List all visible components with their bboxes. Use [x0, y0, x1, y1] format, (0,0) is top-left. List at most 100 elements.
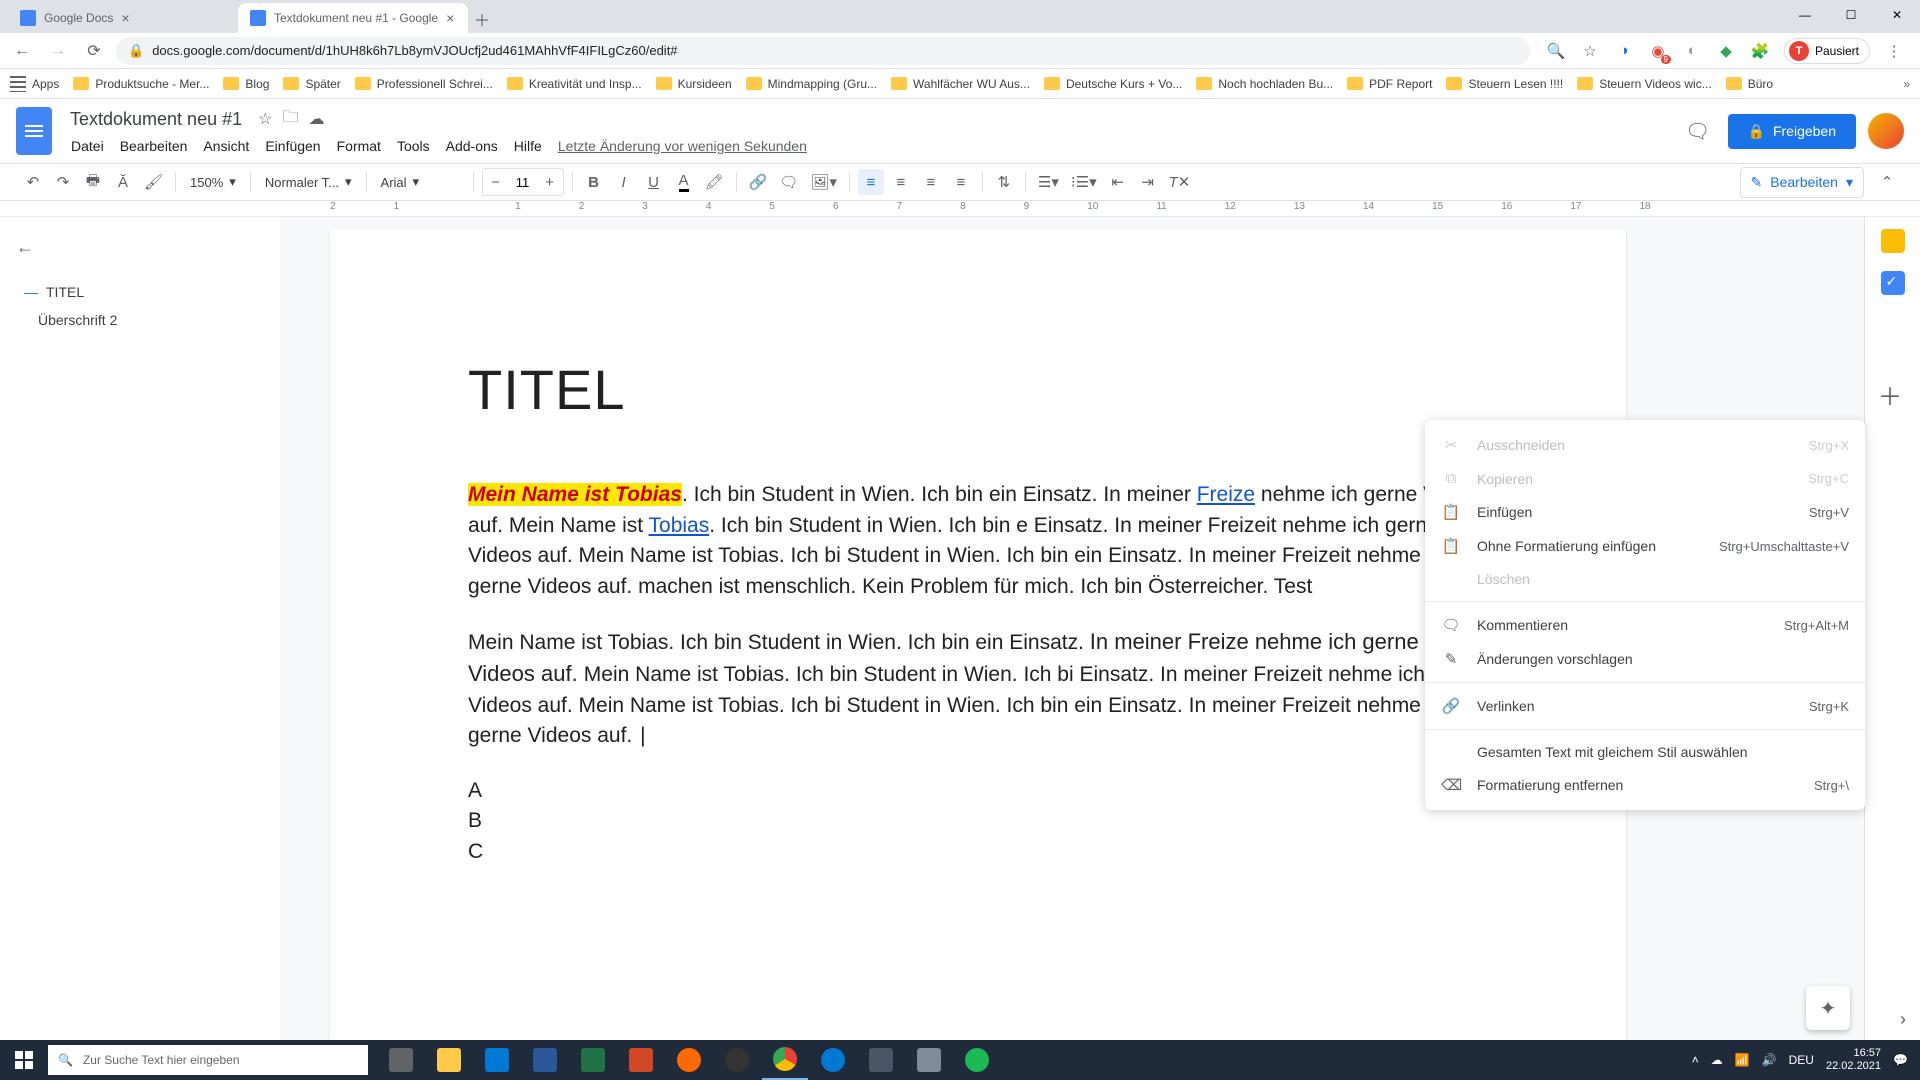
taskbar-app[interactable] [954, 1040, 1000, 1080]
context-menu-item[interactable]: 🔗VerlinkenStrg+K [1425, 689, 1865, 723]
context-menu-item[interactable]: Gesamten Text mit gleichem Stil auswähle… [1425, 736, 1865, 768]
extension-icon[interactable]: ◑ [1614, 41, 1634, 61]
bookmark-item[interactable]: Blog [223, 77, 269, 91]
bookmark-item[interactable]: Steuern Lesen !!!! [1446, 77, 1563, 91]
context-menu-item[interactable]: 📋EinfügenStrg+V [1425, 495, 1865, 529]
tray-cloud-icon[interactable]: ☁ [1711, 1053, 1723, 1067]
bookmark-item[interactable]: Wahlfächer WU Aus... [891, 77, 1030, 91]
close-icon[interactable]: × [121, 10, 129, 26]
tray-notifications-icon[interactable]: 💬 [1893, 1053, 1908, 1067]
browser-tab[interactable]: Google Docs × [8, 3, 238, 33]
align-center-button[interactable]: ≡ [888, 169, 914, 195]
document-title[interactable]: Textdokument neu #1 [64, 107, 248, 132]
collapse-toolbar-button[interactable]: ⌃ [1874, 169, 1900, 195]
comment-history-button[interactable]: 🗨 [1680, 113, 1716, 149]
side-panel-collapse-button[interactable]: › [1900, 1009, 1906, 1030]
outline-item[interactable]: —TITEL [16, 278, 264, 306]
font-size-input[interactable] [509, 175, 537, 190]
cloud-status-icon[interactable]: ☁ [308, 109, 324, 129]
context-menu-item[interactable]: 📋Ohne Formatierung einfügenStrg+Umschalt… [1425, 529, 1865, 563]
insert-link-button[interactable]: 🔗 [745, 169, 772, 195]
taskbar-app[interactable] [714, 1040, 760, 1080]
menu-tools[interactable]: Tools [390, 135, 437, 157]
tasks-icon[interactable] [1881, 271, 1905, 295]
move-icon[interactable]: 🗀 [282, 106, 298, 133]
redo-button[interactable]: ↷ [50, 169, 76, 195]
bookmark-item[interactable]: Deutsche Kurs + Vo... [1044, 77, 1182, 91]
bookmark-item[interactable]: Produktsuche - Mer... [73, 77, 209, 91]
tray-chevron-icon[interactable]: ˄ [1692, 1053, 1699, 1067]
side-add-button[interactable]: ＋ [1878, 377, 1902, 412]
taskbar-app[interactable] [906, 1040, 952, 1080]
editing-mode-select[interactable]: ✎ Bearbeiten ▾ [1740, 167, 1864, 198]
tray-volume-icon[interactable]: 🔊 [1762, 1053, 1777, 1067]
menu-addons[interactable]: Add-ons [439, 135, 505, 157]
taskbar-search[interactable]: 🔍 Zur Suche Text hier eingeben [48, 1045, 368, 1075]
url-input[interactable]: 🔒 docs.google.com/document/d/1hUH8k6h7Lb… [116, 37, 1530, 65]
indent-increase-button[interactable]: ⇥ [1135, 169, 1161, 195]
back-button[interactable]: ← [8, 37, 36, 65]
font-family-select[interactable]: Arial▾ [375, 174, 465, 190]
highlight-button[interactable]: 🖍 [701, 169, 728, 195]
taskbar-app[interactable] [618, 1040, 664, 1080]
text-color-button[interactable]: A [671, 169, 697, 195]
taskbar-app[interactable] [474, 1040, 520, 1080]
tray-wifi-icon[interactable]: 📶 [1735, 1053, 1750, 1067]
menu-einfuegen[interactable]: Einfügen [258, 135, 327, 157]
align-left-button[interactable]: ≡ [858, 169, 884, 195]
menu-datei[interactable]: Datei [64, 135, 111, 157]
bookmark-star-icon[interactable]: ☆ [1580, 41, 1600, 61]
hyperlink[interactable]: Tobias [649, 514, 710, 537]
close-icon[interactable]: × [446, 10, 454, 26]
context-menu-item[interactable]: ⌫Formatierung entfernenStrg+\ [1425, 768, 1865, 802]
bookmark-item[interactable]: Steuern Videos wic... [1577, 77, 1712, 91]
last-change-link[interactable]: Letzte Änderung vor wenigen Sekunden [551, 135, 814, 157]
menu-bearbeiten[interactable]: Bearbeiten [113, 135, 195, 157]
bold-button[interactable]: B [581, 169, 607, 195]
browser-tab-active[interactable]: Textdokument neu #1 - Google × [238, 3, 468, 33]
keep-icon[interactable] [1881, 229, 1905, 253]
zoom-select[interactable]: 150%▾ [184, 174, 242, 190]
tray-clock[interactable]: 16:57 22.02.2021 [1826, 1047, 1881, 1073]
print-button[interactable]: 🖶 [80, 169, 106, 195]
extensions-puzzle-icon[interactable]: 🧩 [1750, 41, 1770, 61]
taskbar-app[interactable] [858, 1040, 904, 1080]
profile-paused-badge[interactable]: T Pausiert [1784, 38, 1870, 64]
underline-button[interactable]: U [641, 169, 667, 195]
paint-format-button[interactable]: 🖌 [140, 169, 167, 195]
indent-decrease-button[interactable]: ⇤ [1105, 169, 1131, 195]
extension-icon[interactable]: ◉9 [1648, 41, 1668, 61]
taskbar-app[interactable] [378, 1040, 424, 1080]
close-window-button[interactable]: ✕ [1874, 0, 1920, 30]
start-button[interactable] [0, 1040, 48, 1080]
bookmark-item[interactable]: Später [283, 77, 340, 91]
taskbar-app[interactable] [810, 1040, 856, 1080]
bookmark-item[interactable]: Mindmapping (Gru... [746, 77, 877, 91]
account-avatar[interactable] [1868, 113, 1904, 149]
outline-item[interactable]: Überschrift 2 [16, 306, 264, 334]
align-right-button[interactable]: ≡ [918, 169, 944, 195]
menu-hilfe[interactable]: Hilfe [507, 135, 549, 157]
bookmark-item[interactable]: Professionell Schrei... [355, 77, 493, 91]
share-button[interactable]: 🔒 Freigeben [1728, 114, 1856, 149]
bookmark-item[interactable]: Büro [1726, 77, 1773, 91]
star-icon[interactable]: ☆ [258, 109, 272, 129]
taskbar-app[interactable] [426, 1040, 472, 1080]
taskbar-app[interactable] [666, 1040, 712, 1080]
extension-icon[interactable]: ◆ [1716, 41, 1736, 61]
clear-formatting-button[interactable]: T✕ [1165, 169, 1195, 195]
forward-button[interactable]: → [44, 37, 72, 65]
insert-comment-button[interactable]: 🗨 [775, 169, 802, 195]
align-justify-button[interactable]: ≡ [948, 169, 974, 195]
numbered-list-button[interactable]: ☰▾ [1034, 169, 1063, 195]
insert-image-button[interactable]: 🖼▾ [806, 169, 841, 195]
taskbar-app[interactable] [522, 1040, 568, 1080]
menu-ansicht[interactable]: Ansicht [196, 135, 256, 157]
apps-button[interactable]: Apps [10, 76, 59, 92]
menu-format[interactable]: Format [330, 135, 388, 157]
spellcheck-button[interactable]: Ă [110, 169, 136, 195]
taskbar-app-chrome[interactable] [762, 1040, 808, 1080]
font-size-decrease[interactable]: − [483, 169, 509, 195]
bookmarks-overflow-icon[interactable]: » [1903, 77, 1910, 91]
taskbar-app[interactable] [570, 1040, 616, 1080]
